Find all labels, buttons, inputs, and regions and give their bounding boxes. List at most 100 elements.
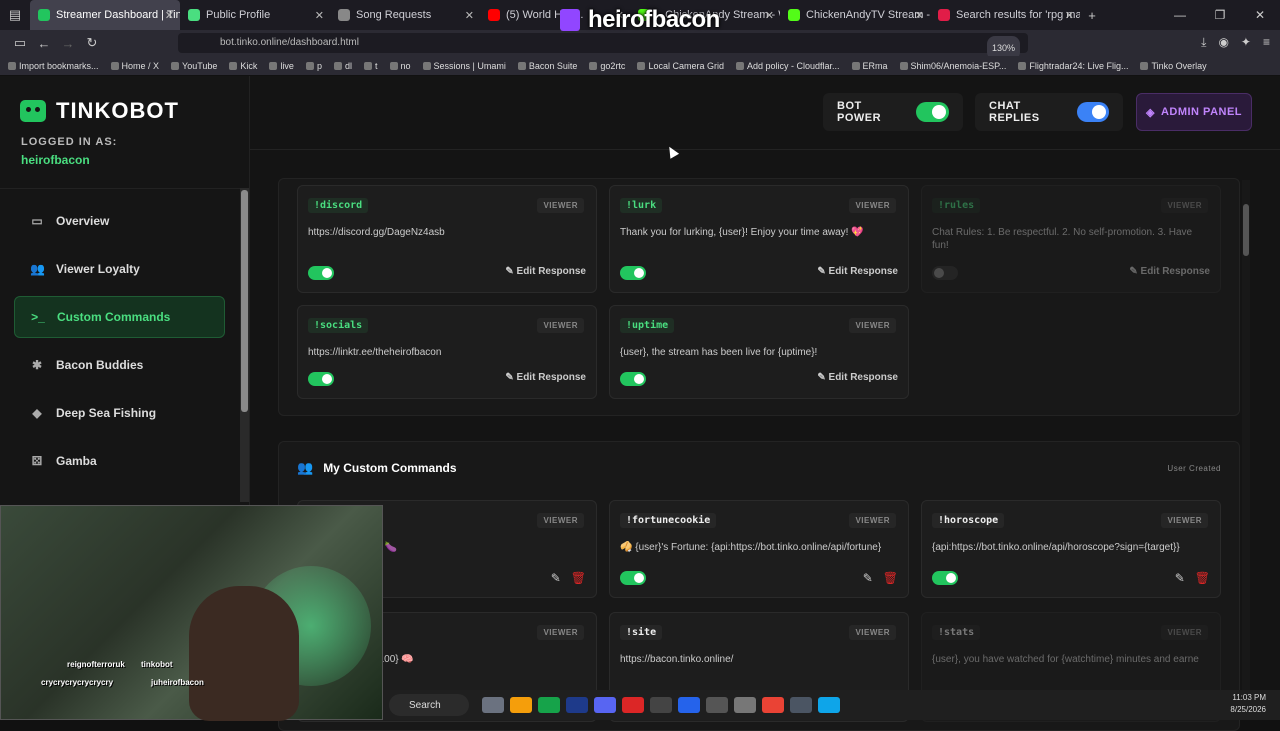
bookmark-item[interactable]: ERma — [851, 61, 888, 71]
trash-icon[interactable]: 🗑 — [1195, 571, 1210, 585]
bookmark-item[interactable]: dl — [333, 61, 352, 71]
xbox-icon[interactable] — [538, 697, 560, 713]
bookmark-icon — [851, 61, 860, 70]
bookmark-item[interactable]: t — [363, 61, 378, 71]
command-toggle[interactable] — [932, 266, 958, 280]
bookmark-item[interactable]: YouTube — [171, 61, 217, 71]
username: heirofbacon — [21, 153, 90, 167]
taskbar-app-icon[interactable] — [482, 697, 504, 713]
edit-response-button[interactable]: ✎ Edit Response — [505, 372, 586, 383]
browser-tab[interactable]: Search results for 'rpg maker' -✕ — [930, 0, 1080, 30]
forward-icon[interactable]: → — [56, 36, 80, 51]
terminal-icon[interactable] — [650, 697, 672, 713]
bookmark-item[interactable]: no — [389, 61, 411, 71]
bookmark-item[interactable]: go2rtc — [589, 61, 625, 71]
taskbar-app-icon[interactable] — [706, 697, 728, 713]
command-toggle[interactable] — [308, 372, 334, 386]
browser-tab[interactable]: Public Profile ✕ — [180, 0, 330, 30]
bookmark-item[interactable]: Tinko Overlay — [1140, 61, 1207, 71]
tab-list-icon[interactable]: ▤ — [0, 7, 30, 23]
command-response: {api:https://bot.tinko.online/api/horosc… — [932, 542, 1180, 553]
bookmark-item[interactable]: live — [269, 61, 294, 71]
close-tab-icon[interactable]: ✕ — [465, 9, 474, 22]
admin-panel-button[interactable]: ◈ ADMIN PANEL — [1136, 93, 1252, 131]
top-controls: BOT POWER CHAT REPLIES ◈ ADMIN PANEL — [250, 76, 1280, 150]
new-tab-icon[interactable]: + — [1080, 8, 1104, 23]
chat-replies-toggle[interactable] — [1077, 102, 1109, 122]
bookmark-item[interactable]: Bacon Suite — [517, 61, 577, 71]
bot-power-toggle[interactable] — [915, 102, 949, 122]
bookmark-item[interactable]: Flightradar24: Live Flig... — [1018, 61, 1128, 71]
edit-response-button[interactable]: ✎ Edit Response — [817, 372, 898, 383]
sidebar-item-bacon-buddies[interactable]: ✱ Bacon Buddies — [14, 344, 225, 386]
trash-icon[interactable]: 🗑 — [883, 571, 898, 585]
bookmark-label: Sessions | Umami — [433, 60, 506, 71]
bookmark-item[interactable]: Kick — [229, 61, 257, 71]
bookmark-item[interactable]: Sessions | Umami — [422, 60, 506, 71]
taskbar-app-icon[interactable] — [790, 697, 812, 713]
sidebar-item-label: Viewer Loyalty — [56, 262, 140, 276]
admin-panel-label: ADMIN PANEL — [1160, 106, 1243, 118]
browser-tab[interactable]: ChickenAndyTV Stream - W ✕ — [780, 0, 930, 30]
edit-response-button[interactable]: ✎ Edit Response — [1129, 266, 1210, 277]
discord-icon[interactable] — [594, 697, 616, 713]
address-bar[interactable]: bot.tinko.online/dashboard.html 130% — [178, 33, 1028, 60]
bookmark-item[interactable]: Import bookmarks... — [8, 61, 99, 71]
overflow-icon[interactable]: ≡ — [1263, 35, 1270, 50]
sidebar-item-overview[interactable]: ▭ Overview — [14, 200, 225, 242]
command-toggle[interactable] — [620, 266, 646, 280]
close-tab-icon[interactable]: ✕ — [165, 9, 174, 22]
reload-icon[interactable]: ↻ — [80, 35, 104, 51]
command-toggle[interactable] — [308, 266, 334, 280]
sidebar-item-custom-commands[interactable]: >_ Custom Commands — [14, 296, 225, 338]
taskbar-app-icon[interactable] — [622, 697, 644, 713]
pencil-icon[interactable]: ✎ — [551, 571, 561, 585]
bookmark-item[interactable]: Local Camera Grid — [637, 61, 724, 71]
command-toggle[interactable] — [932, 571, 958, 585]
edge-icon[interactable] — [818, 697, 840, 713]
chat-replies-label: CHAT REPLIES — [989, 100, 1040, 124]
taskbar-search[interactable]: Search — [389, 694, 469, 716]
minimize-icon[interactable]: — — [1160, 0, 1200, 30]
bookmark-item[interactable]: p — [305, 61, 322, 71]
vscode-icon[interactable] — [678, 697, 700, 713]
card-actions: ✎🗑 — [1175, 571, 1210, 585]
command-toggle[interactable] — [620, 372, 646, 386]
browser-tab[interactable]: Song Requests ✕ — [330, 0, 480, 30]
close-tab-icon[interactable]: ✕ — [915, 9, 924, 22]
edit-response-button[interactable]: ✎ Edit Response — [505, 266, 586, 277]
pencil-icon: ✎ — [817, 372, 829, 383]
command-response: https://linktr.ee/theheirofbacon — [308, 347, 442, 358]
browser-tab[interactable]: Streamer Dashboard | Tinkobot✕ — [30, 0, 180, 30]
steam-icon[interactable] — [566, 697, 588, 713]
command-toggle[interactable] — [620, 571, 646, 585]
close-tab-icon[interactable]: ✕ — [1065, 9, 1074, 22]
sidebar-item-gamba[interactable]: ⚄ Gamba — [14, 440, 225, 482]
obs-icon[interactable] — [734, 697, 756, 713]
sidebar-toggle-icon[interactable]: ▭ — [8, 35, 32, 51]
bookmark-item[interactable]: Shim06/Anemoia-ESP... — [899, 61, 1006, 71]
close-tab-icon[interactable]: ✕ — [315, 9, 324, 22]
account-icon[interactable]: ◉ — [1218, 35, 1228, 50]
sidebar-scrollbar[interactable] — [240, 188, 249, 502]
main-scrollbar[interactable] — [1242, 180, 1250, 720]
system-clock[interactable]: 11:03 PM 8/25/2026 — [1230, 692, 1266, 716]
restore-icon[interactable]: ❐ — [1200, 0, 1240, 30]
sidebar-item-viewer-loyalty[interactable]: 👥 Viewer Loyalty — [14, 248, 225, 290]
sidebar-item-deep-sea-fishing[interactable]: ◆ Deep Sea Fishing — [14, 392, 225, 434]
extensions-icon[interactable]: ✦ — [1241, 35, 1251, 50]
edit-response-button[interactable]: ✎ Edit Response — [817, 266, 898, 277]
close-window-icon[interactable]: ✕ — [1240, 0, 1280, 30]
bookmark-item[interactable]: Add policy - Cloudflar... — [735, 61, 840, 71]
chrome-icon[interactable] — [762, 697, 784, 713]
bookmark-icon — [229, 61, 238, 70]
folder-icon[interactable] — [510, 697, 532, 713]
pencil-icon[interactable]: ✎ — [1175, 571, 1185, 585]
close-tab-icon[interactable]: ✕ — [765, 9, 774, 22]
bookmark-label: live — [280, 60, 294, 71]
download-icon[interactable]: ⤓ — [1201, 35, 1206, 50]
back-icon[interactable]: ← — [32, 36, 56, 51]
trash-icon[interactable]: 🗑 — [571, 571, 586, 585]
bookmark-item[interactable]: Home / X — [110, 61, 159, 71]
pencil-icon[interactable]: ✎ — [863, 571, 873, 585]
